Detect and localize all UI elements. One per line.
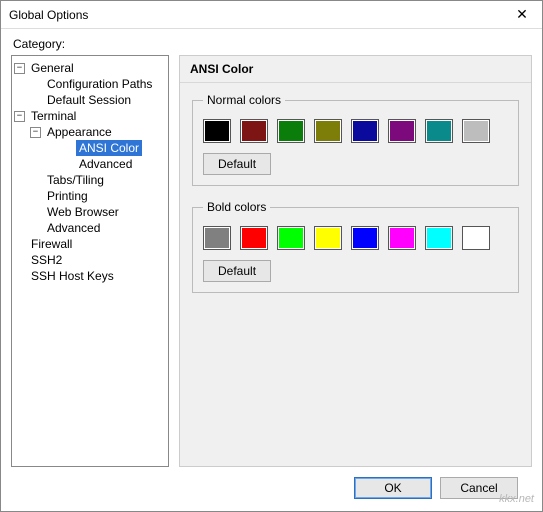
bold-color-swatch-0[interactable]: [203, 226, 231, 250]
bold-colors-group: Bold colors Default: [192, 200, 519, 293]
normal-colors-legend: Normal colors: [203, 93, 285, 107]
normal-color-swatch-5[interactable]: [388, 119, 416, 143]
tree-item-printing[interactable]: Printing: [44, 188, 91, 204]
bold-color-swatch-2[interactable]: [277, 226, 305, 250]
expand-toggle-icon[interactable]: −: [14, 111, 25, 122]
normal-color-swatch-6[interactable]: [425, 119, 453, 143]
tree-item-ansi-color[interactable]: ANSI Color: [76, 140, 142, 156]
normal-color-swatch-0[interactable]: [203, 119, 231, 143]
window-title: Global Options: [9, 8, 88, 22]
bold-default-button[interactable]: Default: [203, 260, 271, 282]
normal-colors-group: Normal colors Default: [192, 93, 519, 186]
tree-item-ssh2[interactable]: SSH2: [28, 252, 65, 268]
close-icon[interactable]: ✕: [502, 1, 542, 29]
expand-toggle-icon[interactable]: −: [14, 63, 25, 74]
tree-item-appearance-advanced[interactable]: Advanced: [76, 156, 135, 172]
cancel-button[interactable]: Cancel: [440, 477, 518, 499]
tree-item-firewall[interactable]: Firewall: [28, 236, 75, 252]
normal-color-swatch-3[interactable]: [314, 119, 342, 143]
global-options-dialog: Global Options ✕ Category: − General Con…: [0, 0, 543, 512]
bold-color-swatch-3[interactable]: [314, 226, 342, 250]
panel-title: ANSI Color: [180, 56, 531, 83]
expand-toggle-icon[interactable]: −: [30, 127, 41, 138]
tree-item-terminal[interactable]: Terminal: [28, 108, 79, 124]
tree-item-general[interactable]: General: [28, 60, 77, 76]
main-row: − General Configuration Paths Default Se…: [11, 55, 532, 467]
tree-item-tabs[interactable]: Tabs/Tiling: [44, 172, 107, 188]
normal-color-swatch-1[interactable]: [240, 119, 268, 143]
tree-item-ssh-host-keys[interactable]: SSH Host Keys: [28, 268, 117, 284]
bold-color-swatch-1[interactable]: [240, 226, 268, 250]
dialog-body: Category: − General Configuration Paths …: [1, 29, 542, 511]
normal-color-swatch-2[interactable]: [277, 119, 305, 143]
tree-item-config-paths[interactable]: Configuration Paths: [44, 76, 155, 92]
ok-button[interactable]: OK: [354, 477, 432, 499]
bold-color-swatches: [203, 226, 508, 250]
tree-item-terminal-advanced[interactable]: Advanced: [44, 220, 103, 236]
tree-item-appearance[interactable]: Appearance: [44, 124, 115, 140]
settings-panel: ANSI Color Normal colors Default Bold co…: [179, 55, 532, 467]
bold-color-swatch-5[interactable]: [388, 226, 416, 250]
normal-color-swatch-7[interactable]: [462, 119, 490, 143]
bold-color-swatch-4[interactable]: [351, 226, 379, 250]
category-tree[interactable]: − General Configuration Paths Default Se…: [11, 55, 169, 467]
titlebar: Global Options ✕: [1, 1, 542, 29]
bold-color-swatch-6[interactable]: [425, 226, 453, 250]
tree-item-default-session[interactable]: Default Session: [44, 92, 134, 108]
bold-colors-legend: Bold colors: [203, 200, 270, 214]
tree-item-web-browser[interactable]: Web Browser: [44, 204, 122, 220]
dialog-footer: OK Cancel: [11, 467, 532, 511]
normal-default-button[interactable]: Default: [203, 153, 271, 175]
normal-color-swatches: [203, 119, 508, 143]
normal-color-swatch-4[interactable]: [351, 119, 379, 143]
category-label: Category:: [13, 37, 532, 51]
bold-color-swatch-7[interactable]: [462, 226, 490, 250]
